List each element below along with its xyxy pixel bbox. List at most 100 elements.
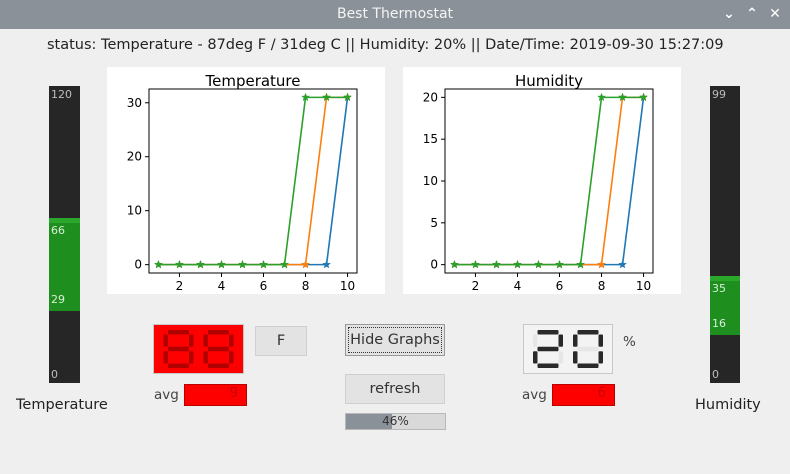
temperature-lcd-segment <box>168 363 189 368</box>
temperature-avg-value: 9 <box>229 385 238 401</box>
temperature-lcd-segment <box>208 330 229 335</box>
refresh-button[interactable]: refresh <box>345 374 445 404</box>
humidity-lcd-segment <box>533 334 538 347</box>
temperature-lcd-segment <box>189 351 194 364</box>
series-3-point <box>195 259 205 269</box>
humidity-lcd-segment <box>573 351 578 364</box>
plot-area <box>148 88 358 274</box>
temperature-gauge-high: 66 <box>51 223 65 237</box>
temperature-lcd-segment <box>208 363 229 368</box>
series-3-point <box>238 259 247 269</box>
y-tick-label: 30 <box>127 96 142 110</box>
temperature-gauge-low: 29 <box>51 293 65 307</box>
temperature-avg-display: 9 <box>184 384 247 406</box>
series-3-point <box>555 259 564 269</box>
humidity-unit-label: % <box>623 334 636 350</box>
humidity-lcd-segment <box>577 330 599 335</box>
y-tick-label: 15 <box>423 132 438 146</box>
y-tick-label: 0 <box>134 258 142 272</box>
temperature-chart-panel: Temperature 2 4 6 8 10 0 10 20 30 <box>107 67 385 294</box>
humidity-label: Humidity <box>695 397 761 413</box>
hide-graphs-button[interactable]: Hide Graphs <box>345 324 445 356</box>
chart-title: Humidity <box>515 72 583 90</box>
temperature-gauge-min: 0 <box>51 368 58 381</box>
unit-toggle-button[interactable]: F <box>255 326 307 356</box>
y-tick-label: 20 <box>127 150 142 164</box>
chevron-down-icon[interactable]: ⌄ <box>720 4 738 24</box>
y-tick-label: 0 <box>430 258 438 272</box>
x-tick-label: 10 <box>636 279 651 293</box>
x-tick-label: 2 <box>176 279 184 293</box>
temperature-gauge-max: 120 <box>51 88 72 101</box>
humidity-lcd-segment <box>537 346 559 352</box>
series-2-point <box>597 259 607 269</box>
x-tick-label: 6 <box>556 279 564 293</box>
temperature-gauge: 120 66 29 0 <box>49 86 80 383</box>
y-tick-label: 10 <box>423 174 438 188</box>
temperature-lcd-segment <box>229 351 234 364</box>
humidity-gauge-band <box>710 276 740 281</box>
humidity-lcd-background <box>523 324 613 374</box>
x-tick-label: 2 <box>472 279 480 293</box>
humidity-lcd-segment <box>573 334 578 347</box>
temperature-lcd-segment <box>163 351 168 364</box>
series-line-2 <box>158 96 348 266</box>
temperature-lcd-segment <box>203 351 208 364</box>
humidity-lcd-segment <box>577 346 599 352</box>
temperature-lcd-segment <box>168 330 189 335</box>
temperature-lcd-segment <box>189 334 194 347</box>
temperature-lcd-segment <box>203 334 208 347</box>
series-3-point <box>174 259 184 269</box>
close-icon[interactable]: ✕ <box>766 4 784 24</box>
humidity-lcd-segment <box>598 351 603 364</box>
temperature-label: Temperature <box>16 397 108 413</box>
humidity-avg-display: 6 <box>552 384 615 406</box>
y-tick-label: 5 <box>430 216 438 230</box>
x-tick-label: 6 <box>260 279 268 293</box>
humidity-lcd-display <box>523 324 613 374</box>
x-tick-label: 4 <box>514 279 522 293</box>
series-2-point <box>301 259 311 269</box>
series-3-point <box>491 259 501 269</box>
title-bar: Best Thermostat ⌄ ⌃ ✕ <box>0 0 790 29</box>
temperature-lcd-segment <box>208 346 229 352</box>
series-3-point <box>449 259 459 269</box>
series-3-point <box>513 259 522 269</box>
humidity-lcd-segment <box>558 351 563 364</box>
humidity-avg-value: 6 <box>597 385 606 401</box>
series-3-point <box>534 259 543 269</box>
series-line-3 <box>454 96 644 266</box>
refresh-progress-bar: 46% <box>345 413 446 430</box>
temperature-gauge-band <box>49 217 80 223</box>
x-tick-label: 10 <box>340 279 355 293</box>
humidity-chart-panel: Humidity 2 4 6 8 10 0 5 10 15 20 <box>403 67 681 294</box>
temperature-lcd-segment <box>168 346 189 352</box>
humidity-lcd-segment <box>537 330 559 335</box>
x-tick-label: 4 <box>218 279 226 293</box>
temperature-lcd-segment <box>229 334 234 347</box>
humidity-lcd-segment <box>533 351 538 364</box>
humidity-gauge-low: 16 <box>712 317 726 330</box>
x-tick-label: 8 <box>598 279 606 293</box>
humidity-gauge: 99 35 16 0 <box>710 86 740 383</box>
series-3-point <box>217 259 226 269</box>
series-3-point <box>280 259 289 269</box>
humidity-gauge-min: 0 <box>712 368 719 381</box>
temperature-lcd-display <box>153 324 244 374</box>
status-text: status: Temperature - 87deg F / 31deg C … <box>47 37 724 53</box>
chart-title: Temperature <box>204 72 300 90</box>
y-tick-label: 10 <box>127 204 142 218</box>
temperature-lcd-segment <box>163 334 168 347</box>
humidity-lcd-segment <box>558 334 563 347</box>
chevron-up-icon[interactable]: ⌃ <box>743 4 761 24</box>
humidity-gauge-high: 35 <box>712 282 726 295</box>
series-line-1 <box>158 97 349 266</box>
humidity-gauge-max: 99 <box>712 88 726 101</box>
series-3-point <box>153 259 163 269</box>
humidity-chart: Humidity 2 4 6 8 10 0 5 10 15 20 <box>423 72 654 293</box>
plot-area <box>444 88 654 274</box>
humidity-lcd-segment <box>577 363 599 368</box>
humidity-lcd-segment <box>598 334 603 347</box>
series-3-point <box>576 259 585 269</box>
temperature-lcd-background <box>153 324 244 374</box>
